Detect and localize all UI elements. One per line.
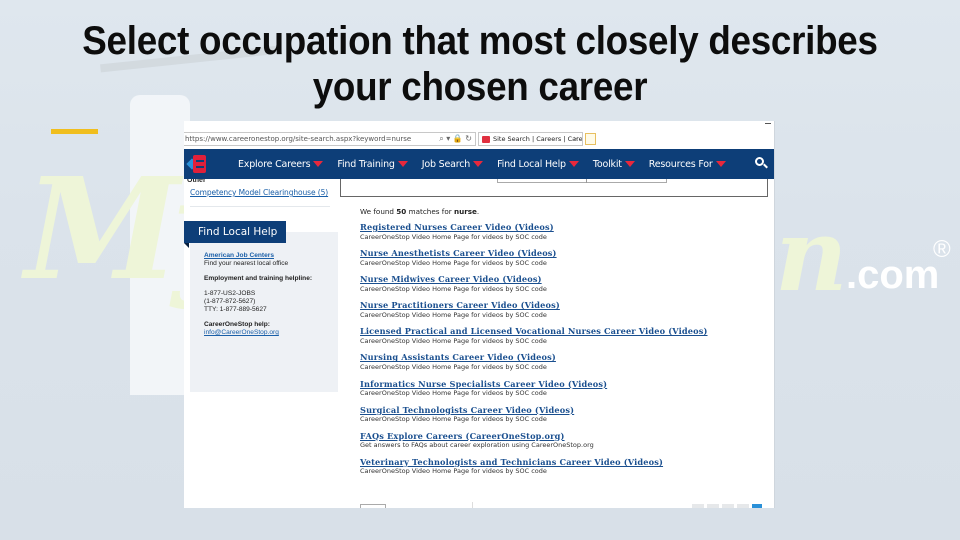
search-icon[interactable]: [755, 157, 768, 169]
result-item: Veterinary Technologists and Technicians…: [360, 457, 770, 476]
nav-label: Find Local Help: [497, 158, 566, 170]
search-filter-box: [340, 179, 768, 197]
page-button[interactable]: [692, 504, 704, 508]
search-input[interactable]: [497, 179, 667, 183]
search-keyword: nurse: [453, 207, 477, 216]
address-bar-icons[interactable]: ⌕ ▾ 🔒 ↻: [439, 133, 472, 145]
result-description: CareerOneStop Video Home Page for videos…: [360, 258, 547, 267]
page-button[interactable]: [722, 504, 734, 508]
nav-label: Explore Careers: [238, 158, 311, 170]
ribbon-fold: [184, 243, 189, 248]
result-description: CareerOneStop Video Home Page for videos…: [360, 232, 547, 241]
facet-heading: Other: [187, 179, 206, 184]
caret-down-icon: [715, 161, 726, 167]
tty-number: TTY: 1-877-889-5627: [204, 306, 267, 313]
result-description: CareerOneStop Video Home Page for videos…: [360, 310, 547, 319]
summary-prefix: We found: [360, 207, 394, 216]
helpline-label: Employment and training helpline:: [204, 275, 313, 282]
results-count: 50: [396, 207, 407, 216]
phone-number-numeric: (1-877-872-5627): [204, 298, 256, 305]
pagination: [692, 504, 765, 508]
site-navbar: Explore Careers Find Training Job Search…: [184, 149, 774, 179]
tab-title: Site Search | Careers | Care...: [493, 135, 583, 143]
close-tab-icon[interactable]: ×: [573, 133, 579, 145]
logo-watermark-tail: n: [775, 196, 848, 314]
nav-label: Find Training: [337, 158, 395, 170]
divider: [472, 502, 473, 508]
summary-mid: matches for: [408, 207, 452, 216]
nav-label: Toolkit: [592, 158, 622, 170]
caret-down-icon: [568, 161, 579, 167]
search-results: We found 50 matches for nurse. Registere…: [360, 207, 770, 484]
favicon-icon: [482, 136, 490, 143]
result-item: Nurse Midwives Career Video (Videos) Car…: [360, 275, 770, 293]
help-label: CareerOneStop help:: [204, 321, 270, 328]
results-summary: We found 50 matches for nurse.: [360, 207, 480, 216]
result-description: CareerOneStop Video Home Page for videos…: [360, 467, 547, 476]
caret-down-icon: [313, 161, 324, 167]
website-screenshot: https://www.careeronestop.org/site-searc…: [184, 121, 775, 508]
nav-explore-careers[interactable]: Explore Careers: [238, 158, 324, 170]
title-accent-bar: [51, 129, 98, 134]
browser-tab[interactable]: Site Search | Careers | Care... ×: [478, 132, 583, 146]
careeronestop-logo-icon[interactable]: [186, 155, 206, 173]
nav-toolkit[interactable]: Toolkit: [593, 159, 635, 170]
find-local-help-content: American Job Centers Find your nearest l…: [204, 252, 334, 344]
result-link[interactable]: Surgical Technologists Career Video (Vid…: [360, 405, 770, 416]
result-link[interactable]: FAQs Explore Careers (CareerOneStop.org): [360, 431, 770, 442]
phone-number: 1-877-US2-JOBS: [204, 290, 256, 297]
nav-job-search[interactable]: Job Search: [421, 158, 484, 170]
page-button[interactable]: [737, 504, 749, 508]
url-text: https://www.careeronestop.org/site-searc…: [185, 135, 412, 143]
american-job-centers-link[interactable]: American Job Centers: [204, 252, 274, 259]
find-local-help-heading: Find Local Help: [184, 221, 286, 243]
caret-down-icon: [397, 161, 408, 167]
page-button[interactable]: [707, 504, 719, 508]
nav-label: Job Search: [421, 158, 471, 170]
nav-find-local-help[interactable]: Find Local Help: [497, 159, 579, 170]
caret-down-icon: [473, 161, 484, 167]
result-description: CareerOneStop Video Home Page for videos…: [360, 284, 547, 293]
result-item: Licensed Practical and Licensed Vocation…: [360, 327, 770, 345]
result-link[interactable]: Nurse Practitioners Career Video (Videos…: [360, 301, 770, 311]
result-item: Nursing Assistants Career Video (Videos)…: [360, 353, 770, 371]
help-email-link[interactable]: info@CareerOneStop.org: [204, 329, 279, 336]
result-link[interactable]: Informatics Nurse Specialists Career Vid…: [360, 379, 770, 390]
main-nav: Explore Careers Find Training Job Search…: [238, 149, 740, 179]
logo-watermark-suffix: .com: [846, 253, 940, 297]
result-item: Registered Nurses Career Video (Videos) …: [360, 222, 770, 241]
new-tab-button[interactable]: [585, 133, 596, 145]
address-bar[interactable]: https://www.careeronestop.org/site-searc…: [184, 132, 476, 146]
nav-label: Resources For: [648, 158, 713, 170]
result-item: Nurse Anesthetists Career Video (Videos)…: [360, 249, 770, 267]
result-item: FAQs Explore Careers (CareerOneStop.org)…: [360, 431, 770, 450]
facet-link[interactable]: Competency Model Clearinghouse (5): [190, 188, 328, 197]
page-button-active[interactable]: [752, 504, 762, 508]
caret-down-icon: [624, 161, 635, 167]
result-description: Get answers to FAQs about career explora…: [360, 441, 594, 450]
result-description: CareerOneStop Video Home Page for videos…: [360, 336, 547, 345]
result-item: Nurse Practitioners Career Video (Videos…: [360, 301, 770, 319]
slide-title: Select occupation that most closely desc…: [82, 19, 878, 109]
result-description: CareerOneStop Video Home Page for videos…: [360, 415, 547, 424]
result-item: Surgical Technologists Career Video (Vid…: [360, 405, 770, 424]
result-link[interactable]: Nurse Midwives Career Video (Videos): [360, 275, 770, 285]
result-link[interactable]: Veterinary Technologists and Technicians…: [360, 457, 770, 468]
result-link[interactable]: Licensed Practical and Licensed Vocation…: [360, 327, 770, 337]
result-description: CareerOneStop Video Home Page for videos…: [360, 389, 547, 398]
result-link[interactable]: Nursing Assistants Career Video (Videos): [360, 353, 770, 363]
registered-mark: ®: [933, 236, 951, 263]
browser-toolbar: https://www.careeronestop.org/site-searc…: [184, 121, 774, 149]
nav-resources-for[interactable]: Resources For: [649, 159, 726, 170]
result-link[interactable]: Nurse Anesthetists Career Video (Videos): [360, 249, 770, 259]
divider: [190, 206, 330, 207]
result-link[interactable]: Registered Nurses Career Video (Videos): [360, 222, 770, 233]
minimize-icon[interactable]: [765, 123, 771, 124]
nav-find-training[interactable]: Find Training: [337, 158, 408, 170]
result-description: CareerOneStop Video Home Page for videos…: [360, 362, 547, 371]
result-item: Informatics Nurse Specialists Career Vid…: [360, 379, 770, 398]
ajc-description: Find your nearest local office: [204, 260, 289, 267]
bottom-button[interactable]: [360, 504, 386, 508]
